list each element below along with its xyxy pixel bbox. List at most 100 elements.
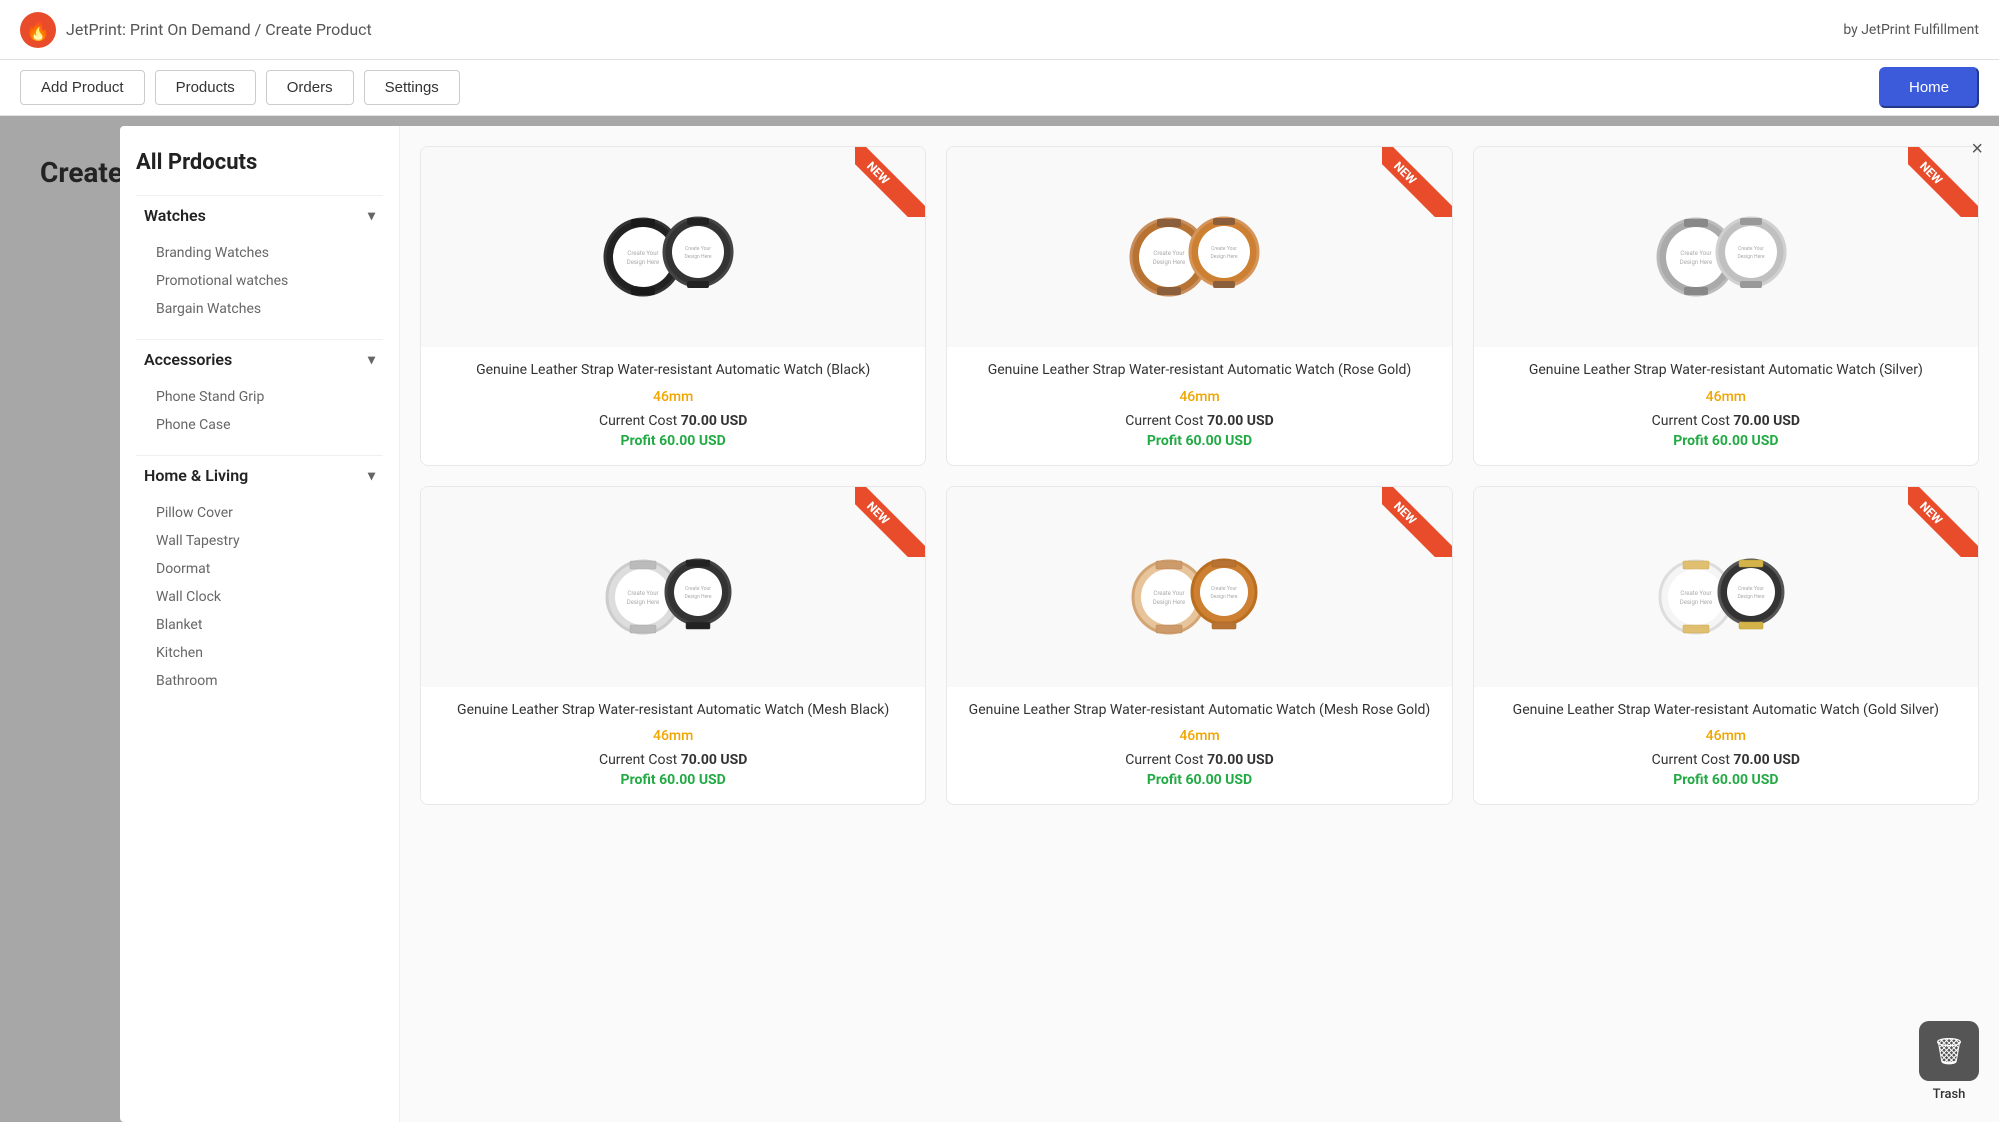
product-size-4: 46mm [653, 728, 693, 744]
category-home-living: Home & Living ▾ Pillow Cover Wall Tapest… [136, 455, 383, 703]
svg-text:Create Your: Create Your [1212, 586, 1238, 592]
chevron-home-living-icon: ▾ [368, 468, 375, 484]
product-name-6: Genuine Leather Strap Water-resistant Au… [1513, 701, 1939, 721]
product-cost-6: Current Cost 70.00 USD [1652, 752, 1800, 768]
product-size-5: 46mm [1179, 728, 1219, 744]
category-accessories: Accessories ▾ Phone Stand Grip Phone Cas… [136, 339, 383, 447]
topbar: 🔥 JetPrint: Print On Demand / Create Pro… [0, 0, 1999, 60]
product-profit-2: Profit 60.00 USD [1147, 433, 1252, 449]
svg-text:Design Here: Design Here [1211, 594, 1238, 600]
product-name-4: Genuine Leather Strap Water-resistant Au… [457, 701, 889, 721]
svg-text:Design Here: Design Here [685, 254, 712, 260]
orders-button[interactable]: Orders [266, 70, 354, 105]
product-info-5: Genuine Leather Strap Water-resistant Au… [947, 687, 1451, 805]
sidebar: All Prdocuts Watches ▾ Branding Watches … [120, 126, 400, 1122]
product-cost-5: Current Cost 70.00 USD [1125, 752, 1273, 768]
sidebar-item-blanket[interactable]: Blanket [152, 611, 367, 639]
svg-text:Create Your: Create Your [628, 590, 659, 597]
svg-text:Design Here: Design Here [1680, 259, 1712, 266]
sidebar-title: All Prdocuts [136, 150, 383, 175]
product-profit-3: Profit 60.00 USD [1673, 433, 1778, 449]
products-button[interactable]: Products [155, 70, 256, 105]
svg-text:Design Here: Design Here [1737, 254, 1764, 260]
product-card-4[interactable]: Create Your Design Here Create Your Desi… [420, 486, 926, 806]
modal-close-button[interactable]: × [1971, 138, 1983, 161]
product-name-3: Genuine Leather Strap Water-resistant Au… [1529, 361, 1923, 381]
product-cost-3: Current Cost 70.00 USD [1652, 413, 1800, 429]
product-image-2: Create Your Design Here Create Your Desi… [947, 147, 1451, 347]
new-badge-4 [855, 487, 925, 557]
category-header-watches[interactable]: Watches ▾ [136, 195, 383, 235]
product-name-1: Genuine Leather Strap Water-resistant Au… [476, 361, 870, 381]
svg-text:Create Your: Create Your [1738, 586, 1764, 592]
add-product-button[interactable]: Add Product [20, 70, 145, 105]
svg-text:Create Your: Create Your [685, 586, 711, 592]
sidebar-item-bargain-watches[interactable]: Bargain Watches [152, 295, 367, 323]
svg-text:Create Your: Create Your [1680, 250, 1711, 257]
sidebar-item-kitchen[interactable]: Kitchen [152, 639, 367, 667]
product-image-5: Create Your Design Here Create Your Desi… [947, 487, 1451, 687]
sidebar-item-doormat[interactable]: Doormat [152, 555, 367, 583]
product-image-3: Create Your Design Here Create Your Desi… [1474, 147, 1978, 347]
app-title-text: JetPrint: Print On Demand [66, 20, 251, 39]
product-info-2: Genuine Leather Strap Water-resistant Au… [947, 347, 1451, 465]
product-size-1: 46mm [653, 389, 693, 405]
watch-image-mesh-black: Create Your Design Here Create Your Desi… [583, 507, 763, 667]
product-card-6[interactable]: Create Your Design Here Create Your Desi… [1473, 486, 1979, 806]
svg-text:Design Here: Design Here [685, 594, 712, 600]
watch-image-gold-silver: Create Your Design Here Create Your Desi… [1636, 507, 1816, 667]
products-grid: Create Your Design Here Create Your Desi… [420, 146, 1979, 805]
product-image-4: Create Your Design Here Create Your Desi… [421, 487, 925, 687]
sidebar-item-phone-stand-grip[interactable]: Phone Stand Grip [152, 383, 367, 411]
brand-logo: 🔥 [20, 12, 56, 48]
svg-text:Design Here: Design Here [1153, 599, 1185, 606]
new-badge-3 [1908, 147, 1978, 217]
sidebar-item-promotional-watches[interactable]: Promotional watches [152, 267, 367, 295]
watch-image-black: Create Your Design Here Create Your Desi… [583, 167, 763, 327]
watch-image-rosegold: Create Your Design Here Create Your Desi… [1109, 167, 1289, 327]
new-badge-6 [1908, 487, 1978, 557]
category-name-watches: Watches [144, 206, 206, 225]
new-badge-5 [1382, 487, 1452, 557]
chevron-watches-icon: ▾ [368, 208, 375, 224]
sidebar-item-pillow-cover[interactable]: Pillow Cover [152, 499, 367, 527]
sidebar-item-wall-clock[interactable]: Wall Clock [152, 583, 367, 611]
product-card-3[interactable]: Create Your Design Here Create Your Desi… [1473, 146, 1979, 466]
category-header-accessories[interactable]: Accessories ▾ [136, 339, 383, 379]
navbar: Add Product Products Orders Settings Hom… [0, 60, 1999, 116]
fulfillment-label: by JetPrint Fulfillment [1843, 22, 1979, 38]
products-area: Create Your Design Here Create Your Desi… [400, 126, 1999, 1122]
main-area: Create × All Prdocuts Watches ▾ Branding… [0, 116, 1999, 1122]
new-badge-2 [1382, 147, 1452, 217]
product-profit-6: Profit 60.00 USD [1673, 772, 1778, 788]
home-button[interactable]: Home [1879, 67, 1979, 108]
brand-area: 🔥 JetPrint: Print On Demand / Create Pro… [20, 12, 372, 48]
products-modal: × All Prdocuts Watches ▾ Branding Watche… [120, 126, 1999, 1122]
trash-container: 🗑 Trash [1919, 1021, 1979, 1102]
trash-label: Trash [1933, 1087, 1966, 1102]
sidebar-item-branding-watches[interactable]: Branding Watches [152, 239, 367, 267]
chevron-accessories-icon: ▾ [368, 352, 375, 368]
product-cost-1: Current Cost 70.00 USD [599, 413, 747, 429]
settings-button[interactable]: Settings [364, 70, 460, 105]
product-card-5[interactable]: Create Your Design Here Create Your Desi… [946, 486, 1452, 806]
svg-text:Design Here: Design Here [1737, 594, 1764, 600]
sidebar-item-wall-tapestry[interactable]: Wall Tapestry [152, 527, 367, 555]
svg-text:Create Your: Create Your [1154, 250, 1185, 257]
product-cost-2: Current Cost 70.00 USD [1125, 413, 1273, 429]
sidebar-item-phone-case[interactable]: Phone Case [152, 411, 367, 439]
trash-button[interactable]: 🗑 [1919, 1021, 1979, 1081]
product-card-1[interactable]: Create Your Design Here Create Your Desi… [420, 146, 926, 466]
svg-text:Design Here: Design Here [1153, 259, 1185, 266]
product-name-5: Genuine Leather Strap Water-resistant Au… [969, 701, 1431, 721]
product-cost-4: Current Cost 70.00 USD [599, 752, 747, 768]
watch-image-silver: Create Your Design Here Create Your Desi… [1636, 167, 1816, 327]
product-card-2[interactable]: Create Your Design Here Create Your Desi… [946, 146, 1452, 466]
product-image-1: Create Your Design Here Create Your Desi… [421, 147, 925, 347]
sidebar-item-bathroom[interactable]: Bathroom [152, 667, 367, 695]
watch-image-mesh-rosegold: Create Your Design Here Create Your Desi… [1109, 507, 1289, 667]
category-name-accessories: Accessories [144, 350, 232, 369]
product-name-2: Genuine Leather Strap Water-resistant Au… [988, 361, 1412, 381]
category-header-home-living[interactable]: Home & Living ▾ [136, 455, 383, 495]
svg-text:Create Your: Create Your [1680, 590, 1711, 597]
